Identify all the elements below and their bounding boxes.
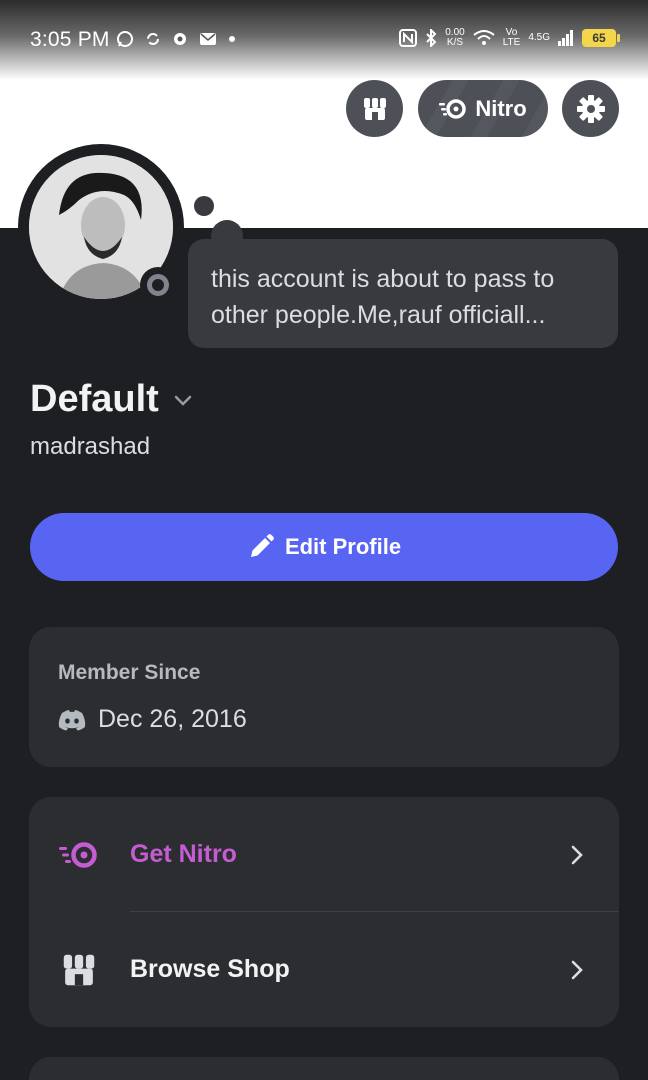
shop-row-icon-wrap — [59, 950, 99, 990]
nitro-row-icon-wrap — [59, 835, 99, 875]
username: madrashad — [30, 433, 151, 460]
get-nitro-label: Get Nitro — [130, 840, 237, 868]
signal-icon — [558, 30, 573, 46]
net-speed: 0.00 K/S — [445, 28, 464, 48]
custom-status-bubble[interactable]: this account is about to pass to other p… — [188, 239, 618, 348]
display-name: Default — [30, 378, 159, 420]
mail-icon — [200, 33, 216, 45]
discord-icon — [58, 709, 86, 730]
wifi-icon — [473, 30, 495, 45]
next-card — [29, 1057, 619, 1080]
member-since-card: Member Since Dec 26, 2016 — [29, 627, 619, 767]
battery-level: 65 — [582, 29, 616, 47]
bluetooth-icon — [426, 29, 437, 47]
net-speed-unit: K/S — [446, 37, 464, 48]
browse-shop-label: Browse Shop — [130, 955, 290, 983]
status-time: 3:05 PM — [30, 28, 110, 51]
member-since-row: Dec 26, 2016 — [58, 705, 247, 734]
browse-shop-row[interactable]: Browse Shop — [29, 912, 619, 1027]
volte-indicator: Vo LTE — [503, 28, 521, 48]
shop-button[interactable] — [346, 80, 403, 137]
status-bubble-dot-small — [194, 196, 214, 216]
member-since-label: Member Since — [58, 661, 201, 684]
volte-bottom: LTE — [502, 37, 521, 48]
battery-tip — [617, 34, 620, 42]
settings-button[interactable] — [562, 80, 619, 137]
nitro-button-label: Nitro — [475, 95, 527, 121]
nfc-icon — [399, 29, 418, 47]
pencil-icon — [250, 534, 274, 557]
system-icons: 0.00 K/S Vo LTE 4.5G 65 — [399, 28, 620, 48]
chevron-down-icon — [174, 395, 192, 406]
nitro-icon — [59, 841, 97, 868]
links-card: Get Nitro Browse Shop — [29, 797, 619, 1027]
nitro-button[interactable]: Nitro — [418, 80, 548, 137]
nitro-icon — [439, 98, 467, 119]
edit-profile-label: Edit Profile — [284, 534, 402, 559]
display-name-switcher[interactable]: Default — [30, 378, 193, 421]
member-since-date: Dec 26, 2016 — [98, 705, 247, 733]
battery-indicator: 65 — [582, 29, 620, 47]
edit-profile-button[interactable]: Edit Profile — [30, 513, 618, 581]
dot-icon — [229, 36, 235, 42]
sync-icon — [147, 33, 159, 45]
get-nitro-row[interactable]: Get Nitro — [29, 797, 619, 912]
gear-icon — [576, 94, 605, 123]
whatsapp-icon — [117, 31, 133, 47]
gear-small-icon — [174, 33, 186, 45]
network-type: 4.5G — [528, 32, 550, 43]
chevron-right-icon — [571, 845, 583, 864]
shop-icon — [363, 97, 386, 120]
shop-icon — [63, 954, 95, 985]
chevron-right-icon — [571, 960, 583, 979]
custom-status-line2: other people.Me,rauf officiall... — [211, 301, 546, 329]
online-status-indicator — [140, 267, 176, 303]
custom-status-line1: this account is about to pass to — [211, 265, 555, 293]
status-bar: 3:05 PM 0.00 K/S Vo LTE 4.5G 65 — [0, 0, 648, 80]
notification-icons — [116, 30, 236, 48]
